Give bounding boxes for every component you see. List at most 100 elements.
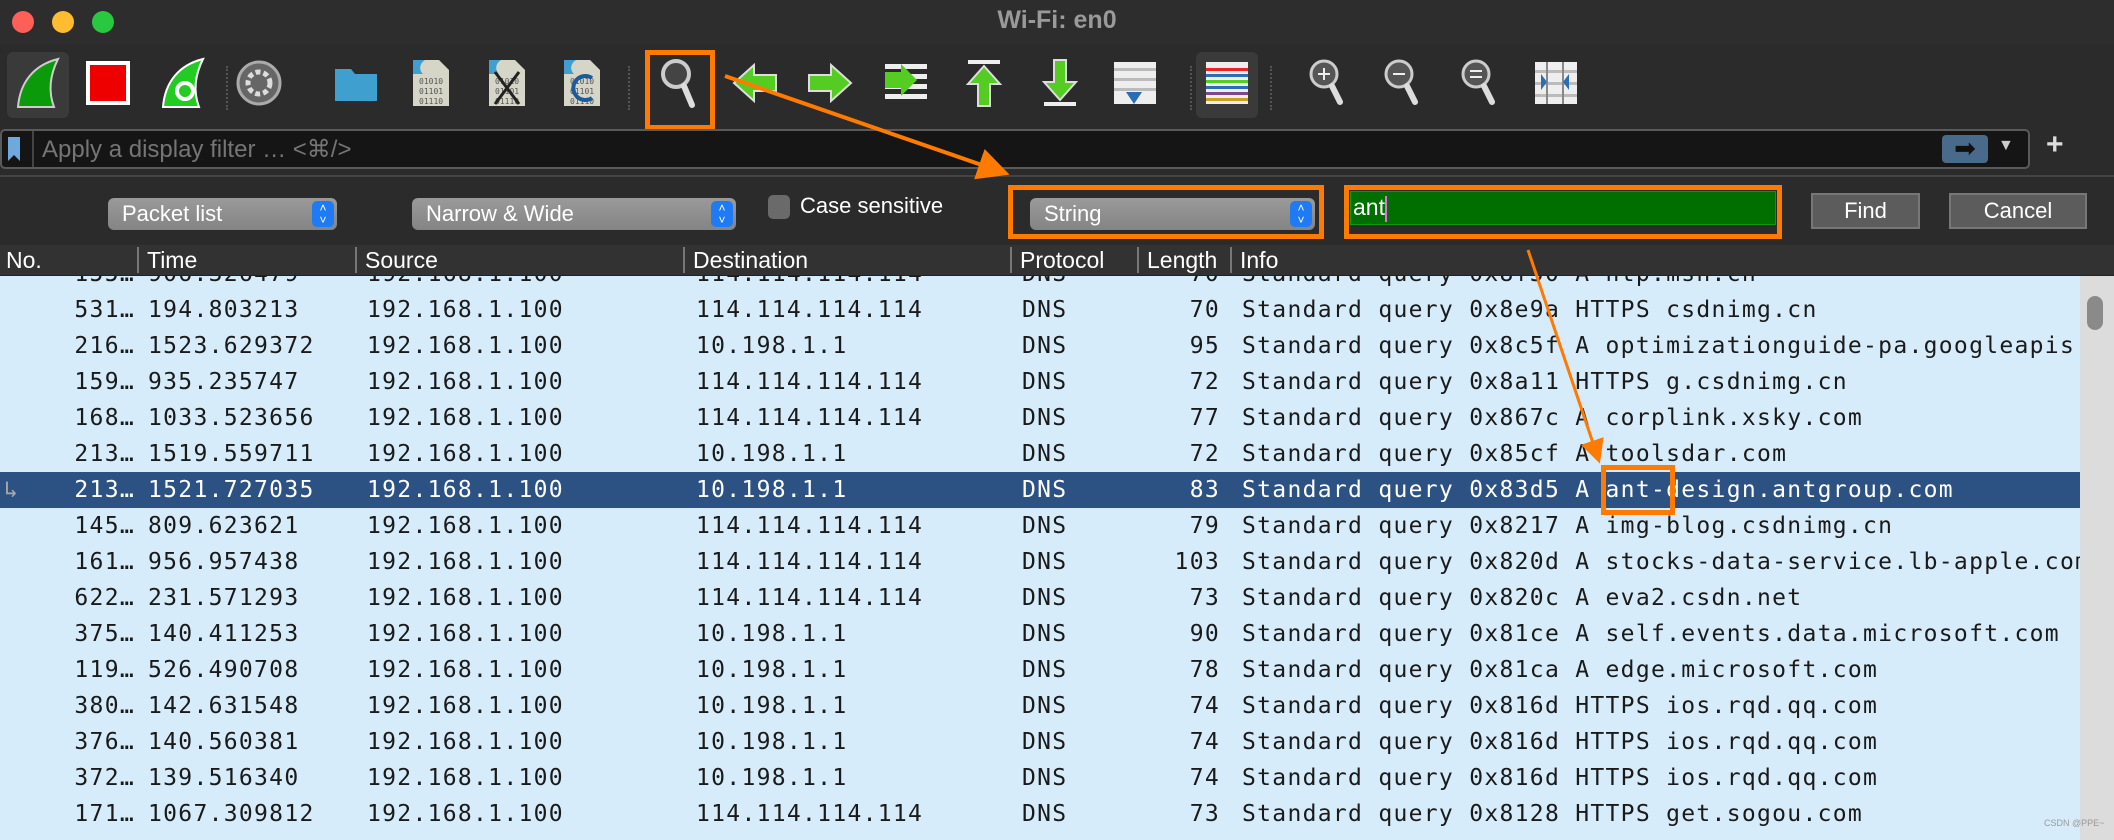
table-row[interactable]: 168… 1033.523656 192.168.1.100 114.114.114.… <box>0 400 2080 436</box>
window-title: Wi-Fi: en0 <box>997 6 1117 34</box>
cell-dst: 10.198.1.1 <box>696 477 848 503</box>
first-packet-button[interactable] <box>953 52 1015 118</box>
column-header-protocol[interactable]: Protocol <box>1010 247 1137 273</box>
character-width-dropdown[interactable]: Narrow & Wide ˄ ˅ <box>412 198 736 230</box>
table-row[interactable]: 145… 809.623621 192.168.1.100 114.114.114.1… <box>0 508 2080 544</box>
search-input[interactable]: ant <box>1350 191 1776 225</box>
related-packet-icon: ↳ <box>4 477 20 503</box>
vertical-scrollbar[interactable] <box>2080 276 2114 840</box>
cell-time: 956.957438 <box>148 549 300 575</box>
column-header-time[interactable]: Time <box>137 247 357 273</box>
column-header-length[interactable]: Length <box>1137 247 1230 273</box>
column-header-no[interactable]: No. <box>0 247 135 273</box>
table-row[interactable]: 119… 526.490708 192.168.1.100 10.198.1.1 DNS… <box>0 652 2080 688</box>
cell-no: 375… <box>74 621 135 647</box>
cell-proto: DNS <box>1022 765 1068 791</box>
colorize-icon <box>1204 60 1250 111</box>
cell-proto: DNS <box>1022 801 1068 827</box>
cell-no: 171… <box>74 801 135 827</box>
go-to-packet-icon <box>883 60 929 111</box>
column-header-destination[interactable]: Destination <box>683 247 1011 273</box>
go-forward-button[interactable] <box>799 52 861 118</box>
toolbar-separator <box>1270 66 1272 110</box>
cell-time: 906.326479 <box>148 276 299 292</box>
close-file-button[interactable]: 01010 01101 01110 <box>476 52 538 118</box>
cell-proto: DNS <box>1022 276 1067 292</box>
add-filter-button[interactable]: + <box>2046 128 2064 162</box>
table-row-selected[interactable]: 213… 1521.727035 192.168.1.100 10.198.1.1 DN… <box>0 472 2080 508</box>
display-filter-input[interactable] <box>42 133 1922 167</box>
colorize-button[interactable] <box>1196 52 1258 118</box>
auto-scroll-button[interactable] <box>1104 52 1166 118</box>
cell-src: 192.168.1.100 <box>367 513 564 539</box>
table-row[interactable]: 531… 194.803213 192.168.1.100 114.114.114.1… <box>0 292 2080 328</box>
table-row[interactable]: 372… 139.516340 192.168.1.100 10.198.1.1 DNS… <box>0 760 2080 796</box>
case-sensitive-label: Case sensitive <box>800 193 944 218</box>
table-row[interactable]: 622… 231.571293 192.168.1.100 114.114.114.1… <box>0 580 2080 616</box>
cell-src: 192.168.1.100 <box>367 297 564 323</box>
table-row[interactable]: 159… 935.235747 192.168.1.100 114.114.114.1… <box>0 364 2080 400</box>
go-to-packet-button[interactable] <box>875 52 937 118</box>
find-packet-bar: Packet list ˄ ˅ Narrow & Wide ˄ ˅ Case sensi… <box>0 175 2114 243</box>
table-row[interactable]: 216… 1523.629372 192.168.1.100 10.198.1.1 DN… <box>0 328 2114 364</box>
filter-history-dropdown-icon[interactable]: ▼ <box>1998 137 2014 155</box>
cell-len: 78 <box>1189 657 1220 683</box>
cell-time: 935.235747 <box>148 369 300 395</box>
zoom-out-button[interactable] <box>1372 52 1434 118</box>
cell-proto: DNS <box>1022 585 1068 611</box>
save-file-icon: 01010 01101 01110 <box>411 58 451 113</box>
cell-info: Standard query 0x81ce A self.events.data… <box>1242 621 2060 647</box>
cell-no: 145… <box>74 513 135 539</box>
cell-dst: 10.198.1.1 <box>696 765 848 791</box>
cell-src: 192.168.1.100 <box>367 477 564 503</box>
bookmark-icon[interactable] <box>8 137 20 161</box>
table-row[interactable]: 375… 140.411253 192.168.1.100 10.198.1.1 DNS… <box>0 616 2080 652</box>
cell-proto: DNS <box>1022 477 1068 503</box>
scrollbar-thumb[interactable] <box>2087 296 2103 330</box>
cell-dst: 114.114.114.114 <box>696 801 924 827</box>
capture-options-button[interactable] <box>228 52 290 118</box>
table-row[interactable]: 376… 140.560381 192.168.1.100 10.198.1.1 DNS… <box>0 724 2080 760</box>
column-header-source[interactable]: Source <box>355 247 683 273</box>
toolbar-separator <box>1190 66 1192 110</box>
cell-dst: 114.114.114.114 <box>696 513 924 539</box>
stop-capture-button[interactable] <box>77 52 139 118</box>
cell-no: 159… <box>74 369 135 395</box>
normal-size-icon <box>1460 58 1500 113</box>
column-header-info[interactable]: Info <box>1230 247 2080 273</box>
open-file-button[interactable] <box>325 52 387 118</box>
cancel-button[interactable]: Cancel <box>1949 193 2087 229</box>
restart-capture-button[interactable] <box>152 52 214 118</box>
watermark: CSDN @PPE~ <box>2044 818 2105 828</box>
start-capture-button[interactable] <box>7 52 69 118</box>
cell-time: 140.411253 <box>148 621 300 647</box>
search-in-dropdown[interactable]: Packet list ˄ ˅ <box>108 198 337 230</box>
table-row[interactable]: 155… 906.326479 192.168.1.100 114.114.114.1… <box>0 276 2080 292</box>
search-type-value: String <box>1044 201 1102 226</box>
find-button[interactable]: Find <box>1811 193 1920 229</box>
cell-len: 74 <box>1189 729 1220 755</box>
zoom-in-button[interactable] <box>1297 52 1359 118</box>
cell-info: Standard query 0x83d5 A ant-design.antgr… <box>1242 477 1954 503</box>
table-row[interactable]: 161… 956.957438 192.168.1.100 114.114.114.1… <box>0 544 2089 580</box>
apply-filter-arrow-icon[interactable]: ➡ <box>1942 135 1988 163</box>
reload-file-button[interactable]: 01010 01101 01110 <box>551 52 613 118</box>
last-packet-button[interactable] <box>1029 52 1091 118</box>
cell-no: 213… <box>74 477 135 503</box>
normal-size-button[interactable] <box>1449 52 1511 118</box>
go-back-button[interactable] <box>724 52 786 118</box>
cell-info: Standard query 0x8f50 A ntp.msn.cn <box>1242 276 1757 292</box>
cell-info: Standard query 0x816d HTTPS ios.rqd.qq.c… <box>1242 693 1879 719</box>
save-file-button[interactable]: 01010 01101 01110 <box>400 52 462 118</box>
resize-columns-button[interactable] <box>1525 52 1587 118</box>
cell-proto: DNS <box>1022 549 1068 575</box>
cell-dst: 10.198.1.1 <box>696 333 848 359</box>
cell-time: 194.803213 <box>148 297 300 323</box>
cell-src: 192.168.1.100 <box>367 585 564 611</box>
table-row[interactable]: 213… 1519.559711 192.168.1.100 10.198.1.1 DN… <box>0 436 2080 472</box>
case-sensitive-checkbox[interactable] <box>768 195 790 219</box>
table-row[interactable]: 380… 142.631548 192.168.1.100 10.198.1.1 DNS… <box>0 688 2080 724</box>
auto-scroll-icon <box>1112 60 1158 111</box>
search-type-dropdown[interactable]: String ˄ ˅ <box>1030 198 1315 230</box>
table-row[interactable]: 171… 1067.309812 192.168.1.100 114.114.114.… <box>0 796 2080 832</box>
